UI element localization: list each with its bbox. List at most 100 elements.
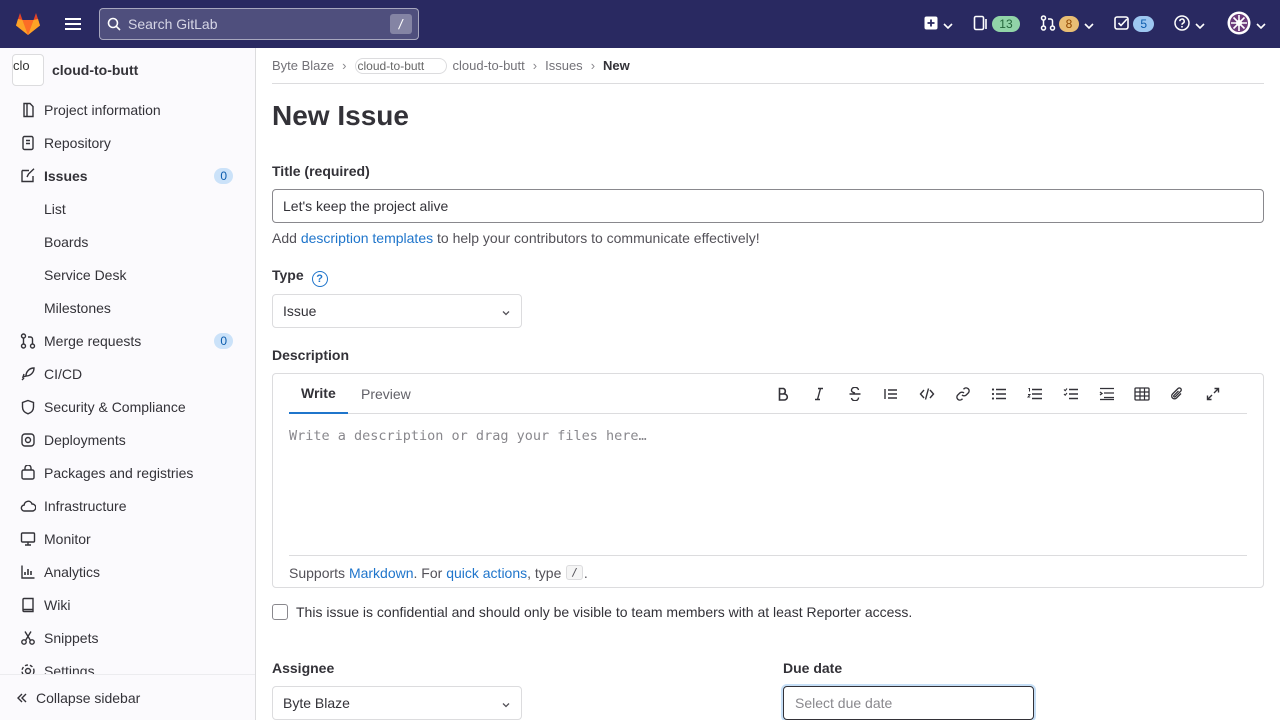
breadcrumb: Byte Blaze › cloud-to-butt cloud-to-butt… — [272, 48, 1264, 84]
markdown-link[interactable]: Markdown — [349, 565, 414, 581]
search-icon — [100, 17, 128, 31]
issues-count-badge: 0 — [214, 167, 233, 184]
numbered-list-icon[interactable] — [1025, 384, 1045, 404]
quote-icon[interactable] — [881, 384, 901, 404]
title-input[interactable]: Let's keep the project alive — [272, 189, 1264, 223]
type-select[interactable]: Issue — [272, 294, 522, 328]
user-menu-button[interactable] — [1227, 11, 1266, 38]
sidebar-item-packages-registries[interactable]: Packages and registries — [0, 456, 255, 489]
sidebar-item-snippets[interactable]: Snippets — [0, 621, 255, 654]
bullet-list-icon[interactable] — [989, 384, 1009, 404]
collapse-sidebar-label: Collapse sidebar — [36, 689, 141, 706]
book-icon — [20, 597, 36, 613]
sidebar-item-label: Milestones — [44, 299, 111, 316]
package-icon — [20, 464, 36, 481]
sidebar-item-label: Merge requests — [44, 332, 142, 349]
shield-icon — [20, 399, 36, 415]
description-label: Description — [272, 347, 350, 363]
help-button[interactable] — [1174, 14, 1205, 34]
search-placeholder: Search GitLab — [128, 16, 218, 32]
issues-icon — [20, 167, 36, 184]
mr-count-badge: 8 — [1058, 16, 1080, 32]
avatar — [1227, 11, 1251, 38]
due-date-label: Due date — [783, 660, 843, 676]
sidebar-item-boards[interactable]: Boards — [0, 225, 255, 258]
sidebar-item-issues[interactable]: Issues 0 — [0, 159, 255, 192]
slash-key: / — [566, 565, 583, 580]
assignee-label: Assignee — [272, 660, 335, 676]
confidential-row: This issue is confidential and should on… — [272, 604, 912, 620]
description-textarea[interactable]: Write a description or drag your files h… — [289, 428, 647, 444]
search-shortcut-key: / — [390, 14, 412, 34]
breadcrumb-issues-link[interactable]: Issues — [545, 58, 583, 73]
footer-type: , type — [527, 564, 562, 581]
breadcrumb-project-link[interactable]: cloud-to-butt — [453, 58, 525, 73]
breadcrumb-chevron-icon: › — [342, 58, 347, 73]
tab-write[interactable]: Write — [289, 374, 348, 414]
sidebar-item-deployments[interactable]: Deployments — [0, 423, 255, 456]
main-content: Byte Blaze › cloud-to-butt cloud-to-butt… — [256, 48, 1280, 720]
sidebar-item-label: Security & Compliance — [44, 398, 186, 415]
sidebar-item-project-information[interactable]: Project information — [0, 93, 255, 126]
monitor-icon — [20, 531, 36, 547]
chevron-down-icon — [943, 16, 953, 32]
breadcrumb-current[interactable]: New — [603, 58, 630, 73]
sidebar-item-label: Snippets — [44, 629, 99, 646]
sidebar-project-header[interactable]: clo cloud-to-butt — [0, 48, 255, 92]
sidebar-item-analytics[interactable]: Analytics — [0, 555, 255, 588]
sidebar-item-label: Service Desk — [44, 266, 127, 283]
sidebar-item-service-desk[interactable]: Service Desk — [0, 258, 255, 291]
sidebar-item-repository[interactable]: Repository — [0, 126, 255, 159]
scissors-icon — [20, 630, 36, 646]
sidebar-item-ci-cd[interactable]: CI/CD — [0, 357, 255, 390]
issues-icon — [973, 15, 989, 34]
help-icon[interactable]: ? — [311, 271, 328, 287]
breadcrumb-group-link[interactable]: Byte Blaze — [272, 58, 334, 73]
sidebar: clo cloud-to-butt Project information Re… — [0, 48, 256, 720]
paperclip-icon[interactable] — [1167, 384, 1187, 404]
task-list-icon[interactable] — [1061, 384, 1081, 404]
cloud-icon — [20, 498, 36, 514]
type-label-text: Type — [272, 267, 304, 283]
code-icon[interactable] — [917, 384, 937, 404]
sidebar-item-label: CI/CD — [44, 365, 83, 382]
bold-icon[interactable] — [773, 384, 793, 404]
helper-prefix: Add — [272, 230, 297, 246]
sidebar-item-wiki[interactable]: Wiki — [0, 588, 255, 621]
create-new-button[interactable] — [924, 16, 953, 33]
sidebar-item-merge-requests[interactable]: Merge requests 0 — [0, 324, 255, 357]
strikethrough-icon[interactable] — [845, 384, 865, 404]
chevron-down-icon — [1084, 16, 1094, 32]
sidebar-item-security-compliance[interactable]: Security & Compliance — [0, 390, 255, 423]
rocket-icon — [20, 366, 36, 382]
quick-actions-link[interactable]: quick actions — [446, 565, 527, 581]
table-icon[interactable] — [1132, 384, 1152, 404]
merge-requests-button[interactable]: 8 — [1040, 14, 1095, 34]
fullscreen-icon[interactable] — [1203, 384, 1223, 404]
help-icon — [1174, 14, 1190, 34]
issues-button[interactable]: 13 — [973, 15, 1020, 34]
due-date-input[interactable]: Select due date — [783, 686, 1034, 720]
sidebar-item-infrastructure[interactable]: Infrastructure — [0, 489, 255, 522]
tab-preview[interactable]: Preview — [349, 374, 423, 414]
type-value: Issue — [283, 303, 317, 319]
sidebar-item-monitor[interactable]: Monitor — [0, 522, 255, 555]
assignee-select[interactable]: Byte Blaze — [272, 686, 522, 720]
merge-request-icon — [20, 332, 36, 349]
confidential-label[interactable]: This issue is confidential and should on… — [296, 604, 912, 620]
sidebar-item-list[interactable]: List — [0, 192, 255, 225]
sidebar-item-label: Packages and registries — [44, 464, 194, 481]
sidebar-item-milestones[interactable]: Milestones — [0, 291, 255, 324]
description-templates-link[interactable]: description templates — [301, 230, 433, 246]
italic-icon[interactable] — [809, 384, 829, 404]
collapsible-section-icon[interactable] — [1097, 384, 1117, 404]
todos-button[interactable]: 5 — [1114, 15, 1154, 34]
gitlab-logo-icon[interactable] — [0, 0, 56, 48]
search-input[interactable]: Search GitLab / — [99, 8, 419, 40]
link-icon[interactable] — [953, 384, 973, 404]
sidebar-item-label: List — [44, 200, 66, 217]
confidential-checkbox[interactable] — [272, 604, 288, 620]
menu-icon[interactable] — [56, 7, 90, 41]
markdown-editor: Write Preview Write a description or dra… — [272, 373, 1264, 588]
collapse-sidebar-button[interactable]: Collapse sidebar — [0, 674, 255, 720]
